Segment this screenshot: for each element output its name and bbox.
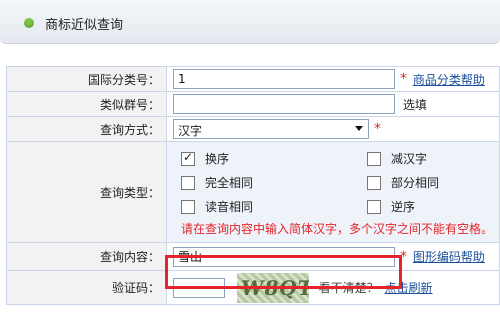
required-star: * bbox=[400, 71, 407, 87]
intl-class-input[interactable]: 1 bbox=[173, 69, 395, 89]
query-method-select[interactable]: 汉字 bbox=[173, 119, 369, 139]
checkbox-partial-match[interactable] bbox=[367, 175, 381, 190]
input-warning: 请在查询内容中输入简体汉字，多个汉字之间不能有空格。 bbox=[181, 222, 494, 236]
option-same-pronunciation[interactable]: 读音相同 bbox=[181, 198, 253, 215]
checkbox-swap-order[interactable] bbox=[181, 150, 195, 166]
option-reverse-order[interactable]: 逆序 bbox=[367, 198, 415, 215]
query-method-cell: 汉字 * bbox=[166, 116, 500, 142]
checkbox-same-pronunciation[interactable] bbox=[181, 199, 195, 214]
intl-class-cell: 1 * 商品分类帮助 bbox=[166, 66, 500, 92]
query-type-label: 查询类型： bbox=[6, 141, 167, 243]
graphic-code-help-link[interactable]: 图形编码帮助 bbox=[413, 250, 485, 264]
option-label: 部分相同 bbox=[391, 176, 440, 190]
row-query-type: 查询类型： 换序 减汉字 完全相同 bbox=[6, 141, 500, 243]
row-query-method: 查询方式： 汉字 * bbox=[6, 116, 500, 142]
page-header: 商标近似查询 bbox=[0, 0, 500, 44]
product-class-help-link[interactable]: 商品分类帮助 bbox=[413, 73, 485, 87]
group-no-hint: 选填 bbox=[402, 97, 427, 112]
query-content-label: 查询内容： bbox=[6, 242, 167, 271]
group-no-label: 类似群号： bbox=[6, 91, 167, 117]
intl-class-label: 国际分类号： bbox=[6, 66, 167, 92]
group-no-input[interactable] bbox=[173, 94, 395, 114]
row-group-no: 类似群号： 选填 bbox=[6, 91, 500, 117]
page-title: 商标近似查询 bbox=[45, 18, 124, 33]
highlight-box bbox=[165, 255, 402, 289]
checkbox-exact-match[interactable] bbox=[181, 175, 195, 190]
option-label: 读音相同 bbox=[205, 200, 254, 214]
option-label: 换序 bbox=[205, 152, 230, 166]
option-label: 逆序 bbox=[391, 200, 416, 214]
row-intl-class: 国际分类号： 1 * 商品分类帮助 bbox=[6, 66, 500, 92]
option-label: 完全相同 bbox=[205, 176, 254, 190]
group-no-cell: 选填 bbox=[166, 91, 500, 117]
option-exact-match[interactable]: 完全相同 bbox=[181, 174, 253, 191]
query-type-cell: 换序 减汉字 完全相同 部分相同 bbox=[166, 141, 500, 243]
option-remove-char[interactable]: 减汉字 bbox=[367, 150, 427, 167]
query-method-label: 查询方式： bbox=[6, 116, 167, 142]
option-swap-order[interactable]: 换序 bbox=[181, 150, 229, 167]
checkbox-remove-char[interactable] bbox=[367, 151, 381, 166]
query-method-selected: 汉字 bbox=[178, 124, 203, 138]
required-star: * bbox=[374, 121, 381, 137]
captcha-label: 验证码： bbox=[6, 270, 167, 305]
green-dot-icon bbox=[24, 18, 34, 28]
chevron-down-icon bbox=[355, 126, 363, 131]
checkbox-reverse-order[interactable] bbox=[367, 199, 381, 214]
option-partial-match[interactable]: 部分相同 bbox=[367, 174, 439, 191]
option-label: 减汉字 bbox=[391, 152, 428, 166]
